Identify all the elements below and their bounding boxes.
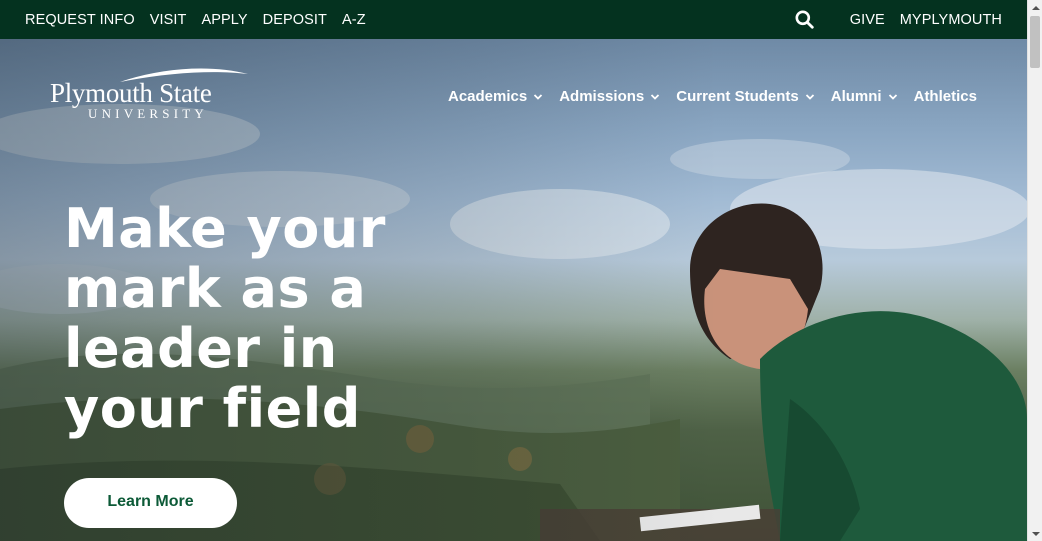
nav-item-admissions[interactable]: Admissions: [559, 88, 660, 105]
chevron-down-icon: [805, 93, 814, 100]
headline-line: leader in: [64, 317, 338, 380]
nav-item-label: Admissions: [559, 88, 645, 105]
logo-sub: UNIVERSITY: [88, 106, 208, 121]
nav-item-label: Current Students: [676, 88, 799, 105]
scroll-down-arrow[interactable]: [1028, 526, 1042, 541]
plymouth-state-logo[interactable]: Plymouth State UNIVERSITY: [50, 66, 255, 122]
chevron-down-icon: [651, 93, 660, 100]
nav-item-alumni[interactable]: Alumni: [831, 88, 898, 105]
visit-link[interactable]: VISIT: [150, 12, 187, 28]
nav-item-label: Academics: [448, 88, 528, 105]
main-nav: Academics Admissions Current Students Al…: [448, 88, 977, 105]
chevron-down-icon: [888, 93, 897, 100]
nav-item-label: Alumni: [830, 88, 882, 105]
nav-item-athletics[interactable]: Athletics: [914, 88, 977, 105]
arrow-up-icon: [1031, 5, 1040, 10]
hero-headline: Make your mark as a leader in your field: [64, 199, 424, 439]
utility-links: REQUEST INFO VISIT APPLY DEPOSIT A-Z: [0, 12, 366, 28]
myplymouth-link[interactable]: MYPLYMOUTH: [900, 12, 1002, 28]
apply-link[interactable]: APPLY: [201, 12, 247, 28]
chevron-down-icon: [534, 93, 543, 100]
a-z-link[interactable]: A-Z: [342, 12, 366, 28]
headline-line: your field: [64, 377, 361, 440]
scrollbar[interactable]: [1027, 0, 1042, 541]
search-button[interactable]: [794, 9, 816, 31]
nav-item-current-students[interactable]: Current Students: [676, 88, 815, 105]
search-icon: [795, 10, 814, 29]
headline-line: Make your: [64, 197, 386, 260]
scroll-up-arrow[interactable]: [1028, 0, 1042, 15]
scrollbar-thumb[interactable]: [1030, 16, 1040, 68]
nav-item-academics[interactable]: Academics: [448, 88, 543, 105]
utility-right: GIVE MYPLYMOUTH: [794, 9, 1027, 31]
nav-item-label: Athletics: [913, 88, 977, 105]
utility-bar: REQUEST INFO VISIT APPLY DEPOSIT A-Z GIV…: [0, 0, 1027, 39]
arrow-down-icon: [1031, 531, 1040, 536]
give-link[interactable]: GIVE: [850, 12, 885, 28]
deposit-link[interactable]: DEPOSIT: [263, 12, 327, 28]
request-info-link[interactable]: REQUEST INFO: [25, 12, 135, 28]
logo-name: Plymouth State: [50, 78, 212, 108]
learn-more-button[interactable]: Learn More: [64, 478, 237, 528]
headline-line: mark as a: [64, 257, 367, 320]
